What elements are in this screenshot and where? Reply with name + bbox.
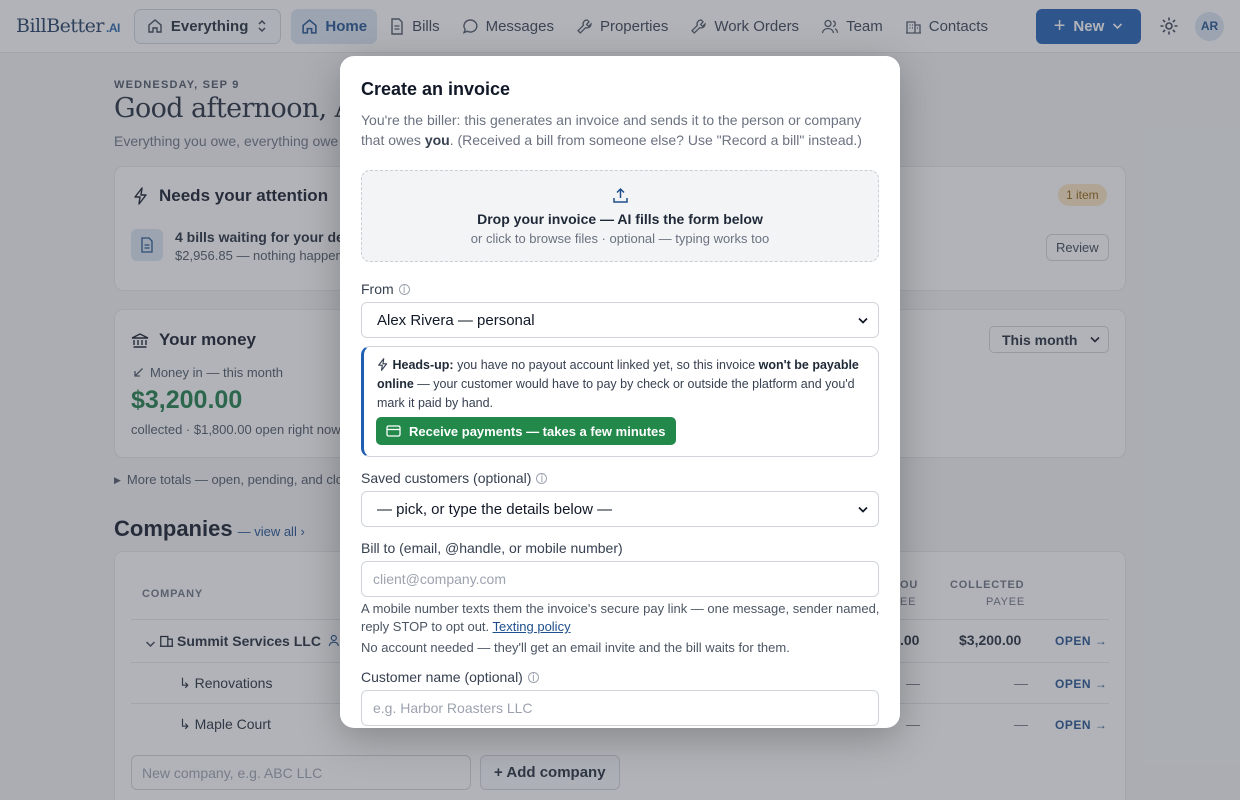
- from-select[interactable]: Alex Rivera — personal: [361, 302, 879, 338]
- dropzone-subtitle: or click to browse files · optional — ty…: [470, 231, 770, 246]
- customer-name-label: Customer name (optional) i: [361, 669, 539, 685]
- chevron-down-icon: [858, 317, 868, 324]
- create-invoice-modal: Create an invoice You're the biller: thi…: [340, 56, 900, 728]
- bill-to-input[interactable]: client@company.com: [361, 561, 879, 597]
- customer-name-input[interactable]: e.g. Harbor Roasters LLC: [361, 690, 879, 726]
- lightning-icon: [378, 358, 388, 371]
- info-icon[interactable]: i: [527, 671, 539, 683]
- info-icon[interactable]: i: [536, 472, 548, 484]
- bill-to-help: A mobile number texts them the invoice's…: [361, 601, 880, 634]
- bill-to-label: Bill to (email, @handle, or mobile numbe…: [361, 540, 623, 556]
- modal-description: You're the biller: this generates an inv…: [361, 112, 862, 148]
- saved-customers-select[interactable]: — pick, or type the details below —: [361, 491, 879, 527]
- upload-icon: [613, 187, 628, 203]
- chevron-down-icon: [858, 506, 868, 513]
- payout-warning: Heads-up: you have no payout account lin…: [361, 346, 879, 457]
- info-icon[interactable]: i: [398, 283, 410, 295]
- receive-payments-button[interactable]: Receive payments — takes a few minutes: [376, 417, 676, 445]
- dropzone-title: Drop your invoice — AI fills the form be…: [477, 211, 763, 227]
- account-help: No account needed — they'll get an email…: [361, 640, 790, 655]
- texting-policy-link[interactable]: Texting policy: [493, 619, 571, 634]
- saved-customers-label: Saved customers (optional) i: [361, 470, 548, 486]
- invoice-dropzone[interactable]: Drop your invoice — AI fills the form be…: [361, 170, 879, 262]
- modal-title: Create an invoice: [361, 79, 511, 99]
- from-label: From i: [361, 281, 410, 297]
- credit-card-icon: [386, 425, 401, 437]
